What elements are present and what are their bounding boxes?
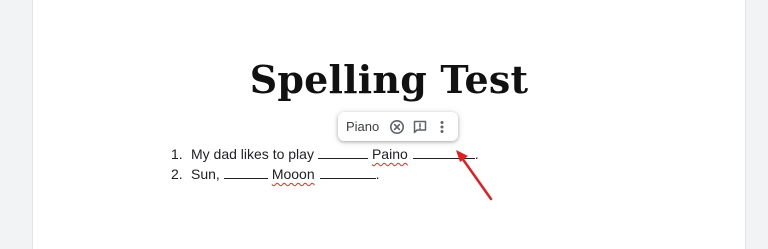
blank-line xyxy=(412,144,475,159)
list-number: 1. xyxy=(171,146,183,162)
list-text: Sun, xyxy=(191,166,220,182)
feedback-icon[interactable] xyxy=(412,118,428,136)
spelling-suggestion-popup: Piano xyxy=(338,112,458,141)
close-circle-icon[interactable] xyxy=(389,118,405,136)
document-title: Spelling Test xyxy=(249,57,529,102)
list-text: My dad likes to play xyxy=(191,146,314,162)
blank-line xyxy=(319,164,376,179)
more-vert-icon[interactable] xyxy=(434,118,450,136)
misspelled-word[interactable]: Mooon xyxy=(272,164,315,184)
list-number: 2. xyxy=(171,166,183,182)
blank-line xyxy=(317,144,368,159)
list-item: 1. My dad likes to play Paino . xyxy=(171,144,479,164)
misspelled-word[interactable]: Paino xyxy=(372,144,408,164)
blank-line xyxy=(223,164,268,179)
list-text-end: . xyxy=(474,146,479,162)
list-item: 2. Sun, Mooon . xyxy=(171,164,479,184)
numbered-list: 1. My dad likes to play Paino . 2. Sun, … xyxy=(171,144,479,184)
suggestion-accept[interactable]: Piano xyxy=(346,119,379,134)
list-text-end: . xyxy=(375,166,380,182)
